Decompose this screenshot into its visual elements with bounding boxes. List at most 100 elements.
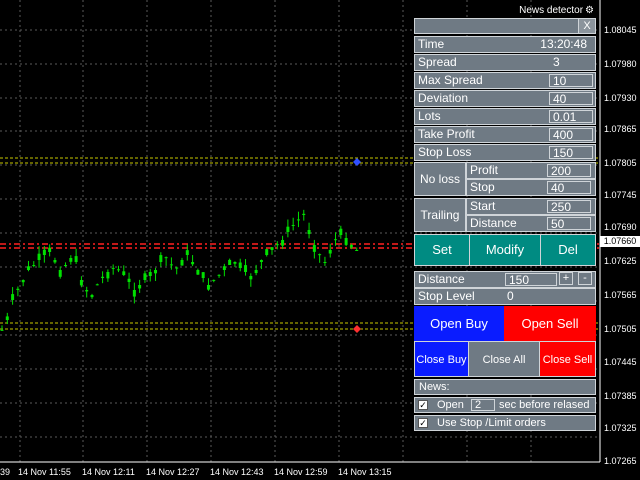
distance-label: Distance <box>418 272 465 286</box>
no-loss-profit-input[interactable]: 200 <box>547 164 591 178</box>
candle-body <box>291 224 295 226</box>
y-axis-label: 1.07805 <box>604 158 637 168</box>
stop-loss-label: Stop Loss <box>418 145 472 159</box>
take-profit-label: Take Profit <box>418 127 475 141</box>
spread-label: Spread <box>418 55 457 69</box>
use-stop-limit-label: Use Stop /Limit orders <box>437 417 546 429</box>
no-loss-stop-input[interactable]: 40 <box>547 181 591 195</box>
stop-loss-row: Stop Loss 150 <box>414 144 596 161</box>
deviation-input[interactable]: 40 <box>549 92 593 106</box>
close-button[interactable]: X <box>578 19 595 33</box>
close-sell-button[interactable]: Close Sell <box>539 341 596 377</box>
x-axis-label: 14 Nov 13:15 <box>338 467 392 477</box>
stop-loss-input[interactable]: 150 <box>549 146 593 160</box>
candle-body <box>111 267 115 269</box>
x-axis-label: 14 Nov 12:27 <box>146 467 200 477</box>
no-loss-toggle[interactable]: No loss <box>414 162 466 196</box>
candle-body <box>334 239 338 241</box>
candle-body <box>233 262 237 264</box>
y-axis-label: 1.07265 <box>604 456 637 466</box>
trailing-distance-input[interactable]: 50 <box>547 217 591 231</box>
close-all-button[interactable]: Close All <box>468 341 540 377</box>
trailing-toggle[interactable]: Trailing <box>414 198 466 232</box>
close-buy-button[interactable]: Close Buy <box>414 341 469 377</box>
sec-before-label: sec before relased <box>499 399 590 411</box>
trailing-start-row: Start 250 <box>466 198 596 215</box>
candle-body <box>143 273 147 280</box>
candle-body <box>302 213 306 215</box>
stop-level-value: 0 <box>507 289 514 303</box>
candle-body <box>32 265 36 266</box>
candle-body <box>318 254 322 256</box>
candle-body <box>69 258 73 262</box>
candle-body <box>206 285 210 290</box>
news-header: News: <box>414 379 596 395</box>
use-stop-limit-row: ✓ Use Stop /Limit orders <box>414 415 596 431</box>
news-label: News: <box>419 381 450 393</box>
open-buy-button[interactable]: Open Buy <box>414 306 504 342</box>
max-spread-row: Max Spread 10 <box>414 72 596 89</box>
del-button[interactable]: Del <box>540 234 596 266</box>
y-axis-label: 1.07930 <box>604 93 637 103</box>
candle-body <box>148 272 152 276</box>
take-profit-row: Take Profit 400 <box>414 126 596 143</box>
candle-body <box>191 262 195 265</box>
no-loss-stop-row: Stop 40 <box>466 179 596 196</box>
panel-header-bar[interactable]: X <box>414 18 596 34</box>
max-spread-input[interactable]: 10 <box>549 74 593 88</box>
open-before-news-checkbox[interactable]: ✓ <box>418 400 428 410</box>
candle-body <box>238 262 242 268</box>
y-axis-label: 1.07745 <box>604 190 637 200</box>
current-price-label: 1.07660 <box>600 236 640 247</box>
distance-plus-button[interactable]: + <box>559 272 573 285</box>
y-axis-label: 1.07565 <box>604 290 637 300</box>
y-axis-label: 1.07505 <box>604 324 637 334</box>
use-stop-limit-checkbox[interactable]: ✓ <box>418 418 428 428</box>
candle-body <box>53 260 57 263</box>
candle-body <box>259 260 263 262</box>
candle-body <box>244 265 248 272</box>
trailing-start-label: Start <box>470 199 496 213</box>
open-before-news-row: ✓ Open 2 sec before relased <box>414 397 596 413</box>
candle-body <box>296 219 300 221</box>
y-axis-label: 1.07625 <box>604 256 637 266</box>
trailing-distance-label: Distance <box>470 216 517 230</box>
y-axis-label: 1.08045 <box>604 25 637 35</box>
distance-input[interactable]: 150 <box>505 273 557 287</box>
x-axis-label: 14 Nov 11:55 <box>18 467 71 477</box>
candle-body <box>212 279 216 281</box>
candle-body <box>154 270 158 274</box>
candle-body <box>85 290 89 292</box>
deviation-label: Deviation <box>418 91 469 105</box>
candle-body <box>185 250 189 255</box>
no-loss-profit-label: Profit <box>470 163 499 177</box>
stop-level-row: Stop Level 0 <box>414 288 596 305</box>
open-sell-button[interactable]: Open Sell <box>504 306 596 342</box>
stop-level-label: Stop Level <box>418 289 475 303</box>
candle-body <box>11 294 15 300</box>
take-profit-input[interactable]: 400 <box>549 128 593 142</box>
candle-body <box>106 272 110 279</box>
trailing-start-input[interactable]: 250 <box>547 200 591 214</box>
x-axis-label: 39 <box>0 467 11 477</box>
distance-minus-button[interactable]: - <box>578 272 592 285</box>
candle-body <box>21 280 25 283</box>
candle-body <box>281 240 285 246</box>
candle-body <box>349 245 353 248</box>
candle-body <box>254 270 258 274</box>
lots-row: Lots 0.01 <box>414 108 596 125</box>
open-seconds-input[interactable]: 2 <box>471 399 495 411</box>
modify-button[interactable]: Modify <box>469 234 541 266</box>
no-loss-stop-label: Stop <box>470 180 495 194</box>
settings-gear-icon[interactable]: ⚙ <box>585 5 594 16</box>
candle-body <box>127 278 131 282</box>
set-button[interactable]: Set <box>414 234 470 266</box>
candle-body <box>16 288 20 290</box>
x-axis-label: 14 Nov 12:43 <box>210 467 264 477</box>
time-label: Time <box>418 37 445 51</box>
candle-body <box>0 329 4 331</box>
candle-body <box>37 253 41 260</box>
lots-input[interactable]: 0.01 <box>549 110 593 124</box>
candle-body <box>249 276 253 280</box>
candle-body <box>275 244 279 246</box>
